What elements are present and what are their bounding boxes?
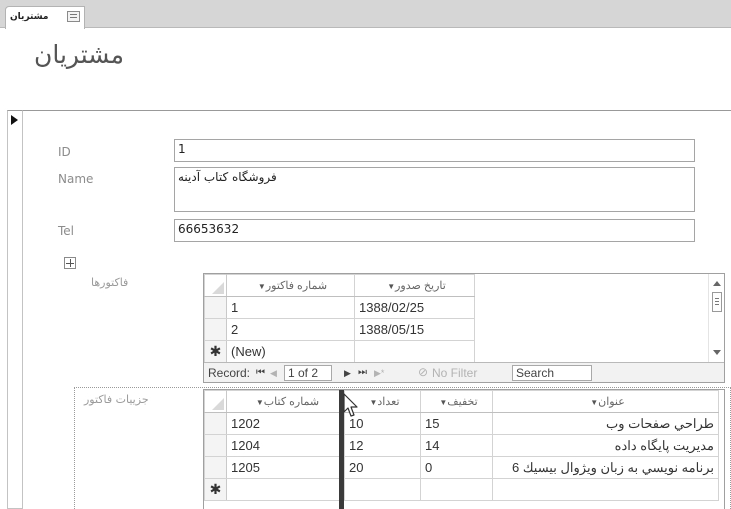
new-record-icon: ✱ bbox=[204, 340, 227, 363]
column-header-label: تعداد bbox=[377, 396, 400, 408]
record-selector[interactable] bbox=[7, 110, 23, 509]
invoice-details-subform: شماره کتاب▼ تعداد▼ تخفيف▼ عنوان▼ 1202 10… bbox=[203, 389, 725, 509]
invoices-subform: شماره فاكتور▼ تاريخ صدور▼ 1 1388/02/25 2… bbox=[203, 273, 725, 383]
scroll-down-icon[interactable] bbox=[713, 350, 721, 355]
search-input[interactable]: Search bbox=[512, 365, 592, 381]
table-row[interactable]: 1205 20 0 برنامه نويسي به زبان ويژوال بي… bbox=[204, 456, 719, 479]
column-header-invoice-number[interactable]: شماره فاكتور▼ bbox=[226, 274, 355, 297]
discount-cell[interactable]: 15 bbox=[420, 412, 493, 435]
new-record-icon: ✱ bbox=[204, 478, 227, 501]
book-number-cell[interactable]: 1204 bbox=[226, 434, 345, 457]
mouse-cursor-icon bbox=[343, 393, 358, 417]
table-row[interactable]: 2 1388/05/15 bbox=[204, 318, 475, 341]
row-selector[interactable] bbox=[204, 456, 227, 479]
table-row[interactable]: 1 1388/02/25 bbox=[204, 296, 475, 319]
name-field[interactable]: فروشگاه کتاب آدینه bbox=[174, 167, 695, 212]
column-header-title[interactable]: عنوان▼ bbox=[492, 390, 719, 413]
empty-cell[interactable] bbox=[420, 478, 493, 501]
section-divider bbox=[23, 110, 731, 111]
chevron-down-icon[interactable]: ▼ bbox=[256, 398, 264, 407]
name-label: Name bbox=[58, 172, 94, 186]
issue-date-cell[interactable]: 1388/05/15 bbox=[354, 318, 475, 341]
row-selector[interactable] bbox=[204, 434, 227, 457]
current-record-arrow-icon bbox=[11, 115, 18, 125]
column-header-label: تخفيف bbox=[447, 396, 478, 408]
form-icon bbox=[67, 11, 80, 22]
column-header-discount[interactable]: تخفيف▼ bbox=[420, 390, 493, 413]
id-label: ID bbox=[58, 145, 71, 159]
id-field[interactable]: 1 bbox=[174, 139, 695, 162]
invoice-details-datasheet: شماره کتاب▼ تعداد▼ تخفيف▼ عنوان▼ 1202 10… bbox=[204, 390, 719, 501]
row-selector[interactable] bbox=[204, 296, 227, 319]
column-header-label: شماره فاكتور bbox=[265, 280, 328, 292]
invoices-header-row: شماره فاكتور▼ تاريخ صدور▼ bbox=[204, 274, 475, 297]
tel-field[interactable]: 66653632 bbox=[174, 219, 695, 242]
new-record-cell[interactable]: (New) bbox=[226, 340, 355, 363]
select-all-corner[interactable] bbox=[204, 390, 227, 413]
record-navigation-bar: Record: ⏮ ◀ 1 of 2 ▶ ⏭ ▶* ⊘ No Filter Se… bbox=[204, 362, 724, 382]
last-record-icon[interactable]: ⏭ bbox=[358, 367, 367, 378]
discount-cell[interactable]: 14 bbox=[420, 434, 493, 457]
next-record-icon[interactable]: ▶ bbox=[344, 368, 351, 379]
empty-cell[interactable] bbox=[344, 478, 421, 501]
empty-cell[interactable] bbox=[226, 478, 345, 501]
column-header-issue-date[interactable]: تاريخ صدور▼ bbox=[354, 274, 475, 297]
invoice-number-cell[interactable]: 1 bbox=[226, 296, 355, 319]
invoices-datasheet: شماره فاكتور▼ تاريخ صدور▼ 1 1388/02/25 2… bbox=[204, 274, 475, 363]
invoice-details-label: جزییات فاكتور bbox=[84, 393, 149, 406]
column-header-label: عنوان bbox=[598, 396, 625, 408]
current-record-field[interactable]: 1 of 2 bbox=[284, 365, 332, 381]
title-cell[interactable]: برنامه نويسي به زبان ويژوال بيسيك 6 bbox=[492, 456, 719, 479]
book-number-cell[interactable]: 1205 bbox=[226, 456, 345, 479]
first-record-icon[interactable]: ⏮ bbox=[256, 367, 265, 378]
empty-cell[interactable] bbox=[354, 340, 475, 363]
select-all-corner[interactable] bbox=[204, 274, 227, 297]
count-cell[interactable]: 12 bbox=[344, 434, 421, 457]
title-cell[interactable]: طراحي صفحات وب bbox=[492, 412, 719, 435]
vertical-scrollbar[interactable] bbox=[708, 274, 724, 362]
column-header-label: شماره کتاب bbox=[263, 396, 320, 408]
new-record-nav-icon[interactable]: ▶* bbox=[374, 368, 384, 379]
table-row[interactable]: 1202 10 15 طراحي صفحات وب bbox=[204, 412, 719, 435]
tel-label: Tel bbox=[58, 224, 75, 238]
chevron-down-icon[interactable]: ▼ bbox=[387, 282, 395, 291]
access-form-window: مشتريان مشتريان ID 1 Name فروشگاه کتاب آ… bbox=[0, 0, 731, 509]
form-title: مشتريان bbox=[34, 40, 124, 69]
discount-cell[interactable]: 0 bbox=[420, 456, 493, 479]
expand-icon[interactable] bbox=[64, 257, 76, 269]
new-record-row[interactable]: ✱ (New) bbox=[204, 340, 475, 363]
title-cell[interactable]: مديريت پايگاه داده bbox=[492, 434, 719, 457]
invoices-label: فاكتورها bbox=[91, 276, 129, 289]
empty-cell[interactable] bbox=[492, 478, 719, 501]
document-tab-strip: مشتريان bbox=[0, 0, 731, 29]
record-label: Record: bbox=[208, 366, 251, 380]
book-number-cell[interactable]: 1202 bbox=[226, 412, 345, 435]
count-cell[interactable]: 20 bbox=[344, 456, 421, 479]
invoice-number-cell[interactable]: 2 bbox=[226, 318, 355, 341]
row-selector[interactable] bbox=[204, 412, 227, 435]
tab-label: مشتريان bbox=[10, 12, 49, 22]
row-selector[interactable] bbox=[204, 318, 227, 341]
previous-record-icon[interactable]: ◀ bbox=[270, 368, 277, 379]
chevron-down-icon[interactable]: ▼ bbox=[590, 398, 598, 407]
table-row[interactable]: 1204 12 14 مديريت پايگاه داده bbox=[204, 434, 719, 457]
tab-customers[interactable]: مشتريان bbox=[5, 6, 85, 29]
filter-icon[interactable]: ⊘ bbox=[418, 365, 428, 379]
column-header-book-number[interactable]: شماره کتاب▼ bbox=[226, 390, 345, 413]
filter-status[interactable]: No Filter bbox=[432, 366, 477, 380]
new-record-row[interactable]: ✱ bbox=[204, 478, 719, 501]
column-header-label: تاريخ صدور bbox=[395, 280, 446, 292]
issue-date-cell[interactable]: 1388/02/25 bbox=[354, 296, 475, 319]
chevron-down-icon[interactable]: ▼ bbox=[258, 282, 266, 291]
scroll-up-icon[interactable] bbox=[713, 281, 721, 286]
invoice-details-header-row: شماره کتاب▼ تعداد▼ تخفيف▼ عنوان▼ bbox=[204, 390, 719, 413]
scroll-thumb[interactable] bbox=[712, 292, 722, 312]
